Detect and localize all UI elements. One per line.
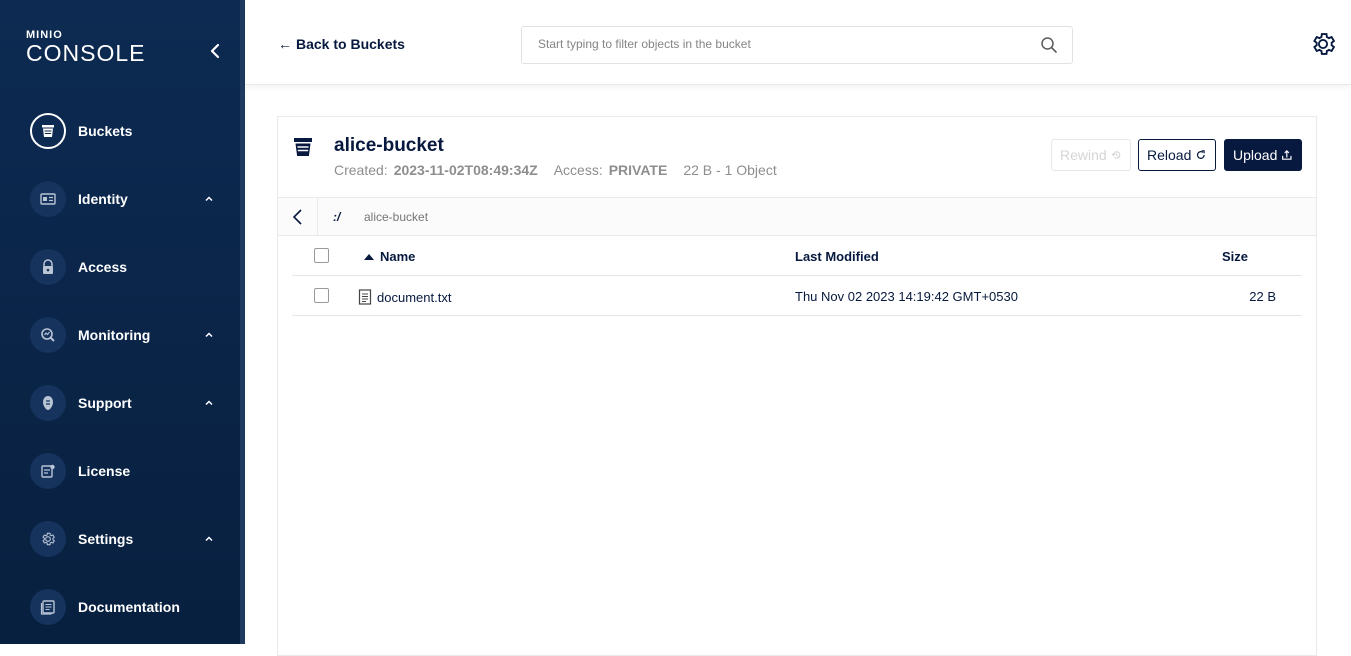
upload-button[interactable]: Upload xyxy=(1224,139,1302,171)
search-icon[interactable] xyxy=(1040,36,1058,54)
chevron-up-icon[interactable] xyxy=(202,192,216,206)
documentation-icon xyxy=(30,589,66,625)
column-header-last-modified[interactable]: Last Modified xyxy=(795,249,879,264)
chevron-up-icon[interactable] xyxy=(202,396,216,410)
objects-table: Name Last Modified Size document.txt Thu… xyxy=(292,236,1302,316)
breadcrumb-divider xyxy=(317,198,318,236)
bucket-name: alice-bucket xyxy=(334,135,444,156)
sidebar-item-buckets[interactable]: Buckets xyxy=(30,111,220,151)
created-value: 2023-11-02T08:49:34Z xyxy=(393,162,538,178)
text-file-icon xyxy=(358,289,372,305)
sidebar-item-identity[interactable]: Identity xyxy=(30,179,220,219)
sidebar-item-label: Support xyxy=(78,395,132,411)
sidebar-item-label: Buckets xyxy=(78,123,133,139)
table-header: Name Last Modified Size xyxy=(292,236,1302,276)
sidebar-item-settings[interactable]: Settings xyxy=(30,519,220,559)
object-size: 22 B xyxy=(1249,289,1276,304)
search-input[interactable] xyxy=(538,37,1018,51)
object-last-modified: Thu Nov 02 2023 14:19:42 GMT+0530 xyxy=(795,289,1018,304)
sidebar-item-access[interactable]: Access xyxy=(30,247,220,287)
breadcrumb-bucket[interactable]: alice-bucket xyxy=(364,210,428,224)
collapse-sidebar-button[interactable] xyxy=(205,40,225,62)
sidebar-item-monitoring[interactable]: Monitoring xyxy=(30,315,220,355)
bucket-browser-panel: alice-bucket Created: 2023-11-02T08:49:34… xyxy=(277,116,1317,656)
bucket-summary: 22 B - 1 Object xyxy=(683,162,777,178)
sidebar-item-documentation[interactable]: Documentation xyxy=(30,587,220,627)
access-label: Access: xyxy=(553,162,603,178)
bucket-header: alice-bucket Created: 2023-11-02T08:49:34… xyxy=(278,117,1316,198)
select-all-checkbox[interactable] xyxy=(314,248,329,263)
reload-button[interactable]: Reload xyxy=(1138,139,1216,171)
monitoring-icon xyxy=(30,317,66,353)
sidebar-item-label: License xyxy=(78,463,131,479)
lock-icon xyxy=(30,249,66,285)
bucket-meta: Created: 2023-11-02T08:49:34Z Access: PRIVA… xyxy=(334,162,777,178)
chevron-left-icon xyxy=(210,43,220,59)
id-card-icon xyxy=(30,181,66,217)
column-name-label: Name xyxy=(380,249,416,264)
table-row[interactable]: document.txt Thu Nov 02 2023 14:19:42 GM… xyxy=(292,276,1302,316)
sidebar-scrollbar[interactable] xyxy=(240,0,245,644)
back-link-label: Back to Buckets xyxy=(296,36,405,52)
row-checkbox[interactable] xyxy=(314,288,329,303)
chevron-left-icon[interactable] xyxy=(290,208,306,226)
rewind-label: Rewind xyxy=(1060,147,1107,163)
arrow-left-icon: ← xyxy=(278,36,292,52)
reload-label: Reload xyxy=(1147,147,1192,163)
sidebar-item-label: Monitoring xyxy=(78,327,151,343)
sidebar-item-label: Identity xyxy=(78,191,128,207)
column-header-size[interactable]: Size xyxy=(1222,249,1248,264)
history-icon xyxy=(1111,151,1121,159)
sort-ascending-icon xyxy=(364,253,374,260)
rewind-button[interactable]: Rewind xyxy=(1051,139,1131,171)
breadcrumb-root[interactable]: :/ xyxy=(333,210,340,224)
refresh-icon xyxy=(1197,150,1206,159)
license-icon xyxy=(30,453,66,489)
chevron-up-icon[interactable] xyxy=(202,532,216,546)
sidebar-item-support[interactable]: Support xyxy=(30,383,220,423)
access-value: PRIVATE xyxy=(608,162,668,178)
chevron-up-icon[interactable] xyxy=(202,328,216,342)
upload-icon xyxy=(1282,150,1292,160)
sidebar-item-label: Documentation xyxy=(78,599,180,615)
back-to-buckets-link[interactable]: ← Back to Buckets xyxy=(278,36,405,52)
bucket-icon xyxy=(30,113,66,149)
object-name-label: document.txt xyxy=(377,289,452,305)
gear-icon xyxy=(30,521,66,557)
sidebar: MINIO CONSOLE Buckets Identity Access Mo… xyxy=(0,0,245,644)
object-filter-search[interactable] xyxy=(521,26,1073,64)
upload-label: Upload xyxy=(1233,147,1278,163)
minio-console-logo[interactable]: MINIO CONSOLE xyxy=(26,30,146,66)
gear-icon[interactable] xyxy=(1309,30,1337,58)
bucket-icon xyxy=(294,138,312,156)
object-name[interactable]: document.txt xyxy=(358,289,451,305)
column-header-name[interactable]: Name xyxy=(364,249,415,264)
support-icon xyxy=(30,385,66,421)
logo-console-text: CONSOLE xyxy=(26,40,146,66)
sidebar-item-license[interactable]: License xyxy=(30,451,220,491)
created-label: Created: xyxy=(334,162,388,178)
sidebar-item-label: Settings xyxy=(78,531,134,547)
sidebar-item-label: Access xyxy=(78,259,128,275)
top-header: ← Back to Buckets xyxy=(245,0,1351,85)
breadcrumb: :/ alice-bucket xyxy=(278,198,1316,236)
